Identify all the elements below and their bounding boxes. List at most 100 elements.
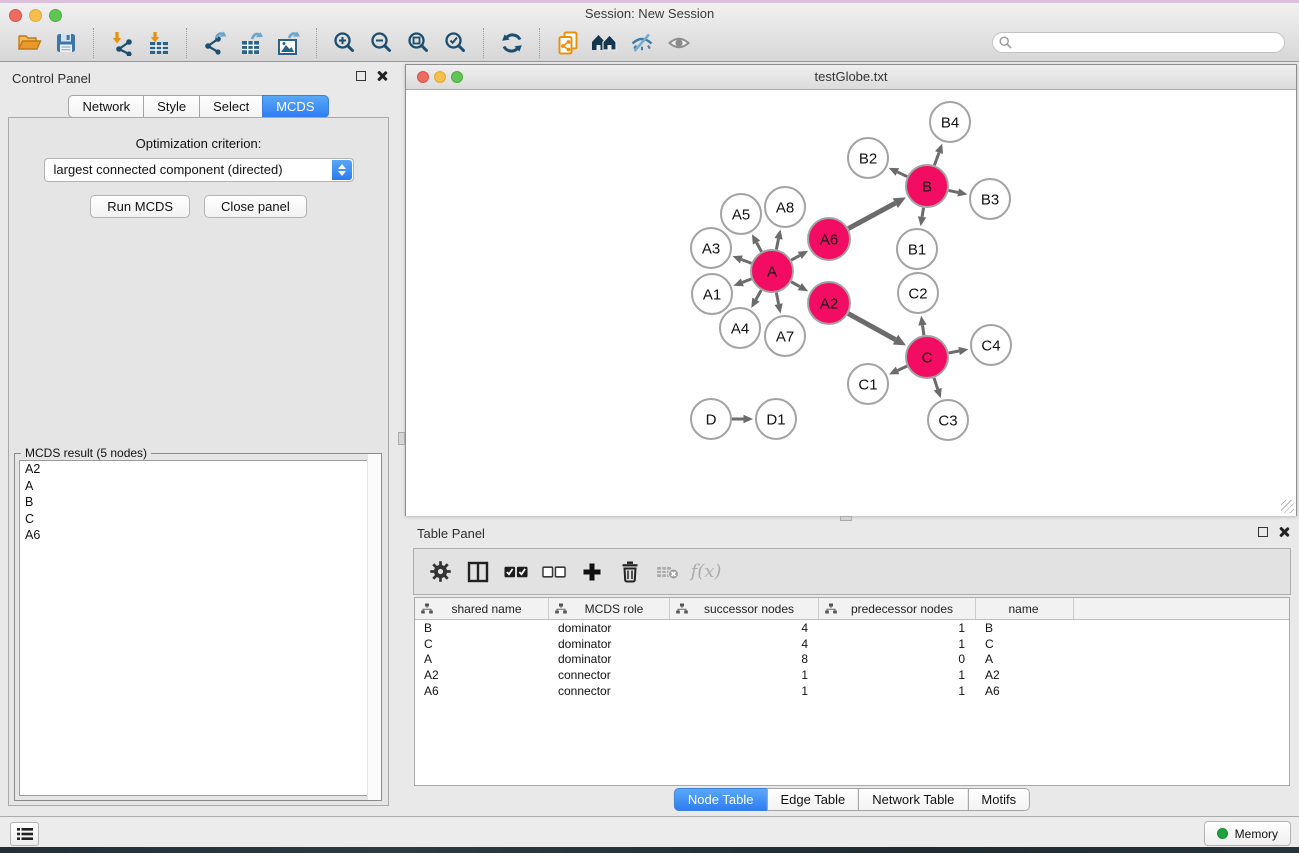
table-row[interactable]: Bdominator41B: [415, 620, 1289, 636]
zoom-in-button[interactable]: [328, 27, 361, 59]
table-cell[interactable]: dominator: [549, 652, 670, 666]
table-cell[interactable]: 4: [670, 637, 819, 651]
graph-node-A5[interactable]: A5: [721, 194, 761, 234]
zoom-out-button[interactable]: [365, 27, 398, 59]
export-image-button[interactable]: [272, 27, 305, 59]
float-table-panel-button[interactable]: [1258, 527, 1268, 537]
graph-node-C[interactable]: C: [906, 336, 948, 378]
graph-node-C2[interactable]: C2: [898, 273, 938, 313]
table-cell[interactable]: 1: [670, 668, 819, 682]
graph-node-B2[interactable]: B2: [848, 138, 888, 178]
graph-node-B4[interactable]: B4: [930, 102, 970, 142]
unselect-all-rows-button[interactable]: [542, 559, 566, 585]
table-cell[interactable]: A: [415, 652, 549, 666]
memory-button[interactable]: Memory: [1204, 821, 1291, 846]
table-settings-button[interactable]: [428, 559, 452, 585]
table-cell[interactable]: C: [976, 637, 1074, 651]
tab-network-table[interactable]: Network Table: [858, 788, 968, 811]
export-table-button[interactable]: [235, 27, 268, 59]
table-cell[interactable]: B: [976, 621, 1074, 635]
column-header-shared-name[interactable]: shared name: [415, 598, 549, 619]
table-cell[interactable]: dominator: [549, 637, 670, 651]
graph-node-B3[interactable]: B3: [970, 179, 1010, 219]
table-cell[interactable]: 1: [819, 668, 976, 682]
table-cell[interactable]: 8: [670, 652, 819, 666]
column-header-mcds-role[interactable]: MCDS role: [549, 598, 670, 619]
table-cell[interactable]: dominator: [549, 621, 670, 635]
column-header-predecessor-nodes[interactable]: predecessor nodes: [819, 598, 976, 619]
destroy-table-button[interactable]: [656, 559, 680, 585]
table-row[interactable]: Cdominator41C: [415, 636, 1289, 652]
result-item[interactable]: A: [20, 478, 376, 495]
result-item[interactable]: A6: [20, 527, 376, 544]
open-session-button[interactable]: [12, 27, 45, 59]
close-panel-button[interactable]: [377, 71, 387, 81]
table-cell[interactable]: 1: [819, 684, 976, 698]
column-header-successor-nodes[interactable]: successor nodes: [670, 598, 819, 619]
run-mcds-button[interactable]: Run MCDS: [90, 195, 190, 218]
import-network-button[interactable]: [105, 27, 138, 59]
tab-mcds[interactable]: MCDS: [262, 95, 328, 118]
result-item[interactable]: B: [20, 494, 376, 511]
result-item[interactable]: C: [20, 511, 376, 528]
tab-select[interactable]: Select: [199, 95, 263, 118]
add-column-button[interactable]: [580, 559, 604, 585]
save-session-button[interactable]: [49, 27, 82, 59]
table-row[interactable]: Adominator80A: [415, 652, 1289, 668]
float-panel-button[interactable]: [356, 71, 366, 81]
graph-node-D[interactable]: D: [691, 399, 731, 439]
close-window-button[interactable]: [9, 9, 22, 22]
graph-node-D1[interactable]: D1: [756, 399, 796, 439]
first-neighbors-button[interactable]: [588, 27, 621, 59]
graph-node-B1[interactable]: B1: [897, 229, 937, 269]
select-all-rows-button[interactable]: [504, 559, 528, 585]
minimize-network-window-button[interactable]: [434, 71, 446, 83]
table-row[interactable]: A2connector11A2: [415, 667, 1289, 683]
tab-network[interactable]: Network: [68, 95, 144, 118]
close-panel-button-mcds[interactable]: Close panel: [204, 195, 307, 218]
table-cell[interactable]: 1: [819, 637, 976, 651]
table-cell[interactable]: A2: [976, 668, 1074, 682]
column-header-name[interactable]: name: [976, 598, 1074, 619]
minimize-window-button[interactable]: [29, 9, 42, 22]
graph-node-C1[interactable]: C1: [848, 364, 888, 404]
table-cell[interactable]: B: [415, 621, 549, 635]
tab-edge-table[interactable]: Edge Table: [766, 788, 859, 811]
result-list-scrollbar[interactable]: [367, 454, 381, 800]
graph-node-A[interactable]: A: [751, 250, 793, 292]
graph-node-C4[interactable]: C4: [971, 325, 1011, 365]
zoom-window-button[interactable]: [49, 9, 62, 22]
result-item[interactable]: A2: [20, 461, 376, 478]
tab-style[interactable]: Style: [143, 95, 200, 118]
table-cell[interactable]: connector: [549, 684, 670, 698]
show-all-button[interactable]: [662, 27, 695, 59]
graph-node-A4[interactable]: A4: [720, 308, 760, 348]
zoom-fit-button[interactable]: [402, 27, 435, 59]
splitter-handle[interactable]: [398, 432, 405, 445]
function-builder-button[interactable]: f(x): [694, 559, 718, 585]
graph-node-A3[interactable]: A3: [691, 228, 731, 268]
show-columns-button[interactable]: [466, 559, 490, 585]
table-cell[interactable]: 0: [819, 652, 976, 666]
table-cell[interactable]: A6: [976, 684, 1074, 698]
optimization-criterion-select[interactable]: largest connected component (directed): [44, 158, 354, 182]
table-cell[interactable]: connector: [549, 668, 670, 682]
graph-node-A1[interactable]: A1: [692, 274, 732, 314]
table-cell[interactable]: A2: [415, 668, 549, 682]
table-cell[interactable]: C: [415, 637, 549, 651]
tab-motifs[interactable]: Motifs: [967, 788, 1030, 811]
tab-node-table[interactable]: Node Table: [674, 788, 768, 811]
table-cell[interactable]: A: [976, 652, 1074, 666]
graph-node-A2[interactable]: A2: [808, 282, 850, 324]
zoom-network-window-button[interactable]: [451, 71, 463, 83]
search-input[interactable]: [992, 32, 1285, 53]
graph-node-B[interactable]: B: [906, 165, 948, 207]
graph-node-A6[interactable]: A6: [808, 218, 850, 260]
import-table-button[interactable]: [142, 27, 175, 59]
close-network-window-button[interactable]: [417, 71, 429, 83]
close-table-panel-button[interactable]: [1279, 527, 1289, 537]
network-canvas[interactable]: AA1A2A3A4A5A6A7A8BB1B2B3B4CC1C2C3C4DD1: [406, 90, 1296, 516]
table-cell[interactable]: 4: [670, 621, 819, 635]
new-network-from-selection-button[interactable]: [551, 27, 584, 59]
graph-node-C3[interactable]: C3: [928, 400, 968, 440]
